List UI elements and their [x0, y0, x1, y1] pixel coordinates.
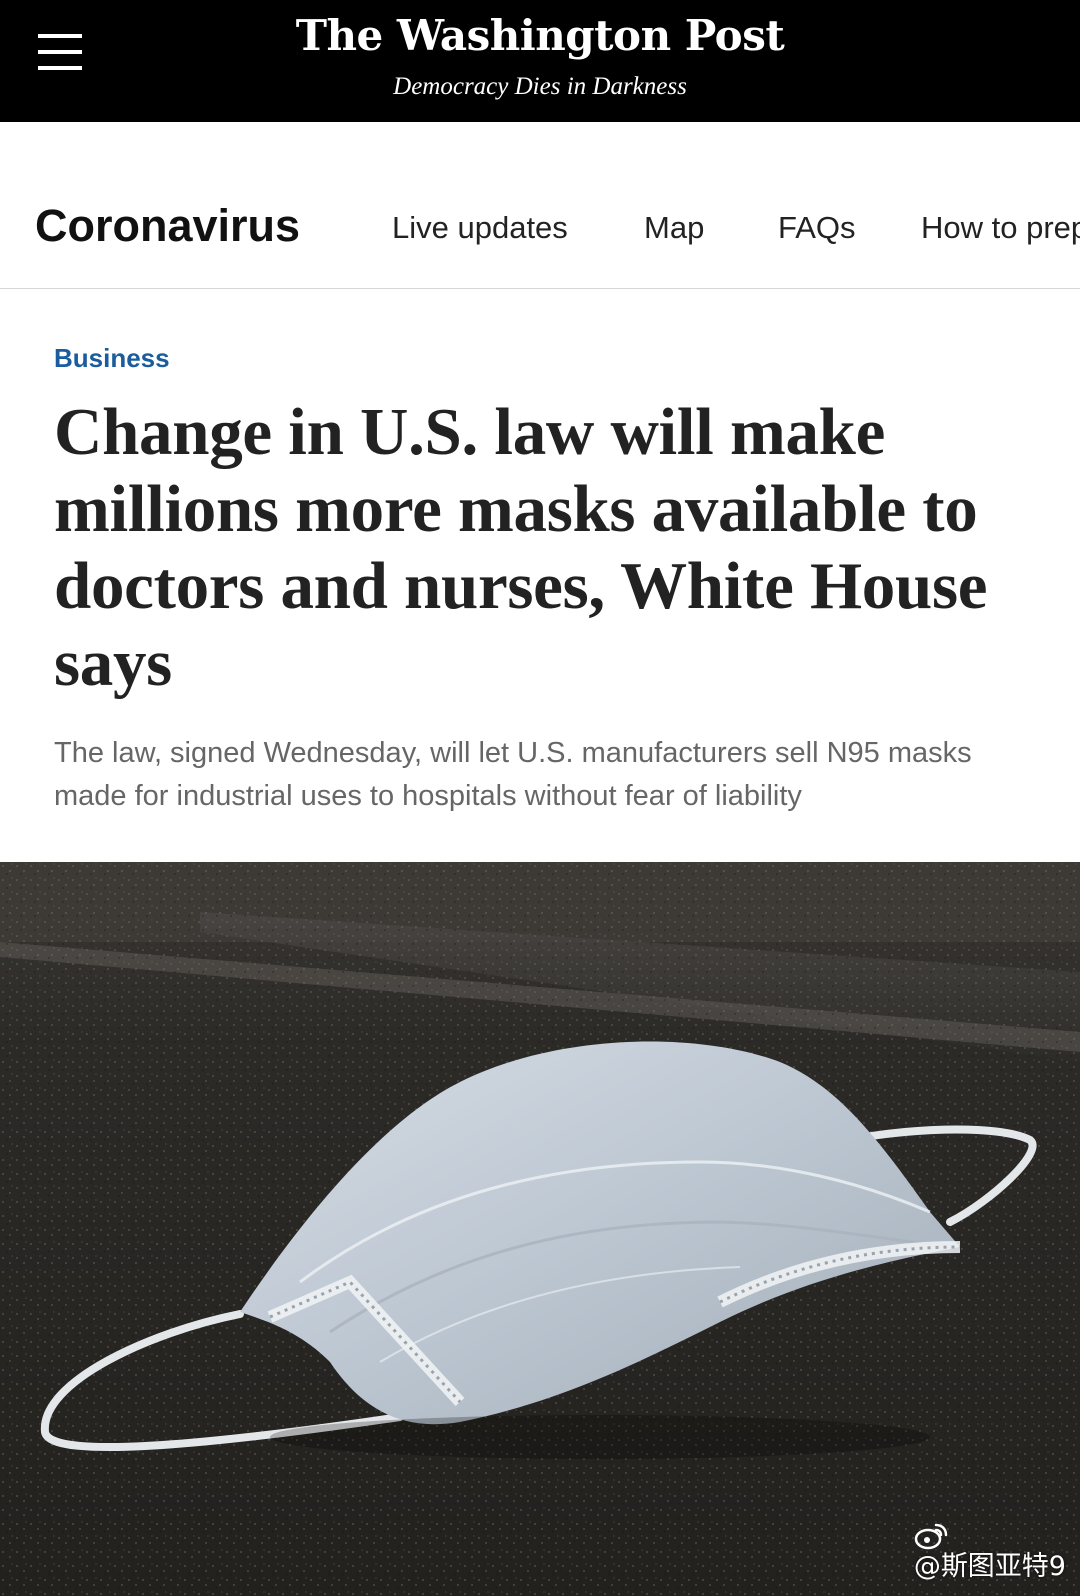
nav-link-how-to-prep[interactable]: How to prep: [921, 208, 1080, 248]
section-nav: Coronavirus Live updates Map FAQs How to…: [0, 122, 1080, 289]
section-title[interactable]: Coronavirus: [35, 200, 300, 252]
nav-link-live-updates[interactable]: Live updates: [392, 208, 568, 248]
article-kicker[interactable]: Business: [54, 340, 170, 376]
article-dek: The law, signed Wednesday, will let U.S.…: [54, 737, 972, 812]
nav-link-map[interactable]: Map: [644, 208, 704, 248]
watermark: @斯图亚特9: [914, 1520, 1066, 1584]
watermark-handle: @斯图亚特9: [913, 1551, 1066, 1582]
article-headline: Change in U.S. law will make millions mo…: [54, 395, 988, 700]
site-tagline: Democracy Dies in Darkness: [393, 73, 687, 100]
nav-link-faqs[interactable]: FAQs: [778, 208, 856, 248]
weibo-icon: [914, 1523, 948, 1550]
masthead: The Washington Post Democracy Dies in Da…: [0, 0, 1080, 122]
lead-photo[interactable]: @斯图亚特9: [0, 862, 1080, 1596]
site-logo[interactable]: The Washington Post: [0, 8, 1080, 64]
mask-photo-illustration: [0, 862, 1080, 1596]
